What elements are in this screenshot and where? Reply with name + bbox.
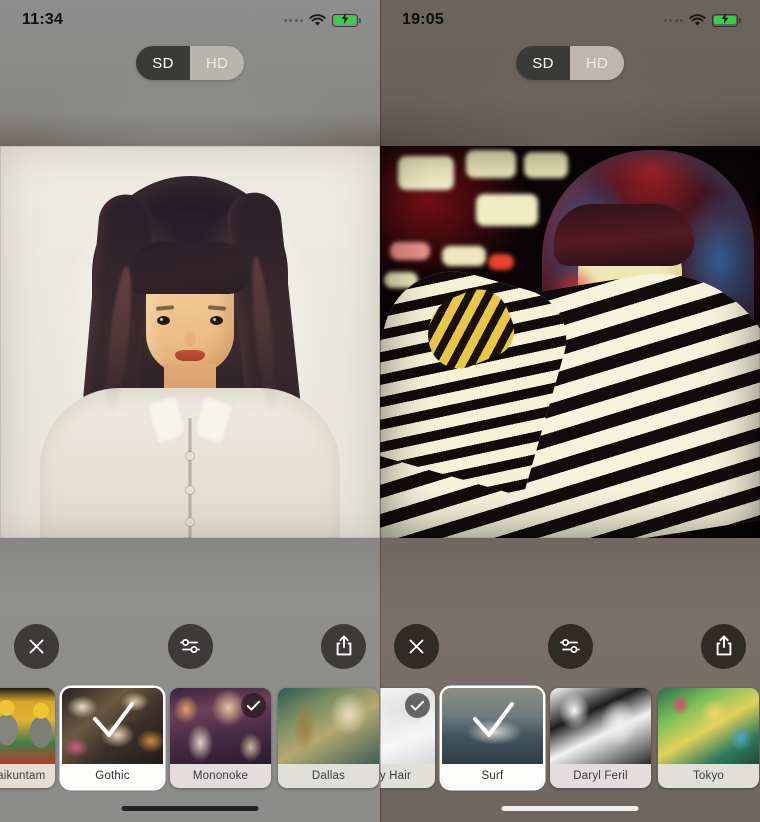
filter-label: Tokyo (658, 764, 759, 788)
status-clock: 19:05 (402, 11, 444, 28)
filter-label: Curly Hair (380, 764, 435, 788)
wifi-icon (689, 13, 706, 27)
edited-photo-preview[interactable] (0, 146, 380, 538)
toggle-option-hd[interactable]: HD (190, 46, 244, 80)
edited-photo-preview[interactable] (380, 146, 760, 538)
quality-toggle-wrap: SD HD (380, 46, 760, 80)
toggle-option-sd[interactable]: SD (136, 46, 190, 80)
phone-screen-left: 11:34 SD HD aikuntam Gothic Mononoke Dal… (0, 0, 380, 822)
filter-label: Surf (442, 764, 543, 788)
close-icon (409, 639, 424, 653)
filter-item[interactable]: Mononoke (170, 688, 271, 788)
filter-strip[interactable]: Curly Hair Surf Daryl Feril Tokyo (380, 683, 760, 788)
adjust-button[interactable] (547, 623, 593, 669)
share-icon (336, 635, 351, 656)
action-toolbar (0, 620, 380, 672)
home-indicator[interactable] (501, 806, 639, 811)
status-bar: 19:05 (380, 0, 760, 40)
signal-dots-icon (283, 18, 303, 22)
sliders-icon (180, 639, 200, 653)
sliders-icon (560, 639, 580, 653)
filter-item[interactable]: Curly Hair (380, 688, 435, 788)
selected-check-icon (92, 702, 134, 737)
battery-charging-icon (332, 13, 361, 27)
selected-check-icon (472, 702, 514, 737)
share-button[interactable] (701, 623, 746, 669)
status-indicators (283, 13, 361, 27)
wifi-icon (309, 13, 326, 27)
filter-applied-badge (405, 693, 430, 718)
close-button[interactable] (394, 623, 439, 669)
battery-charging-icon (712, 13, 741, 27)
filter-label: Daryl Feril (550, 764, 651, 788)
check-icon (410, 700, 424, 711)
close-icon (29, 639, 44, 653)
close-button[interactable] (14, 623, 59, 669)
quality-toggle[interactable]: SD HD (136, 46, 244, 80)
filter-applied-badge (241, 693, 266, 718)
filter-label: hota Vaikuntam (0, 764, 55, 788)
home-indicator[interactable] (121, 806, 259, 811)
check-icon (246, 700, 260, 711)
filter-label: Mononoke (170, 764, 271, 788)
phone-screen-right: 19:05 SD HD y Hair Surf Daryl Feril Toky… (380, 0, 760, 822)
toggle-option-sd[interactable]: SD (516, 46, 570, 80)
panel-divider (380, 0, 381, 822)
filter-item[interactable]: Tokyo (658, 688, 759, 788)
status-indicators (663, 13, 741, 27)
share-icon (716, 635, 731, 656)
filter-item[interactable]: hota Vaikuntam (0, 688, 55, 788)
filter-item[interactable]: Gothic (62, 688, 163, 788)
filter-label: Gothic (62, 764, 163, 788)
action-toolbar (380, 620, 760, 672)
toggle-option-hd[interactable]: HD (570, 46, 624, 80)
quality-toggle-wrap: SD HD (0, 46, 380, 80)
filter-item[interactable]: Dallas (278, 688, 379, 788)
adjust-button[interactable] (167, 623, 213, 669)
filter-item[interactable]: Surf (442, 688, 543, 788)
dual-phone-screenshot: 11:34 SD HD aikuntam Gothic Mononoke Dal… (0, 0, 760, 822)
status-bar: 11:34 (0, 0, 380, 40)
quality-toggle[interactable]: SD HD (516, 46, 624, 80)
share-button[interactable] (321, 623, 366, 669)
filter-strip[interactable]: hota Vaikuntam Gothic (0, 683, 380, 788)
status-clock: 11:34 (22, 11, 64, 28)
signal-dots-icon (663, 18, 683, 22)
filter-item[interactable]: Daryl Feril (550, 688, 651, 788)
filter-label: Dallas (278, 764, 379, 788)
